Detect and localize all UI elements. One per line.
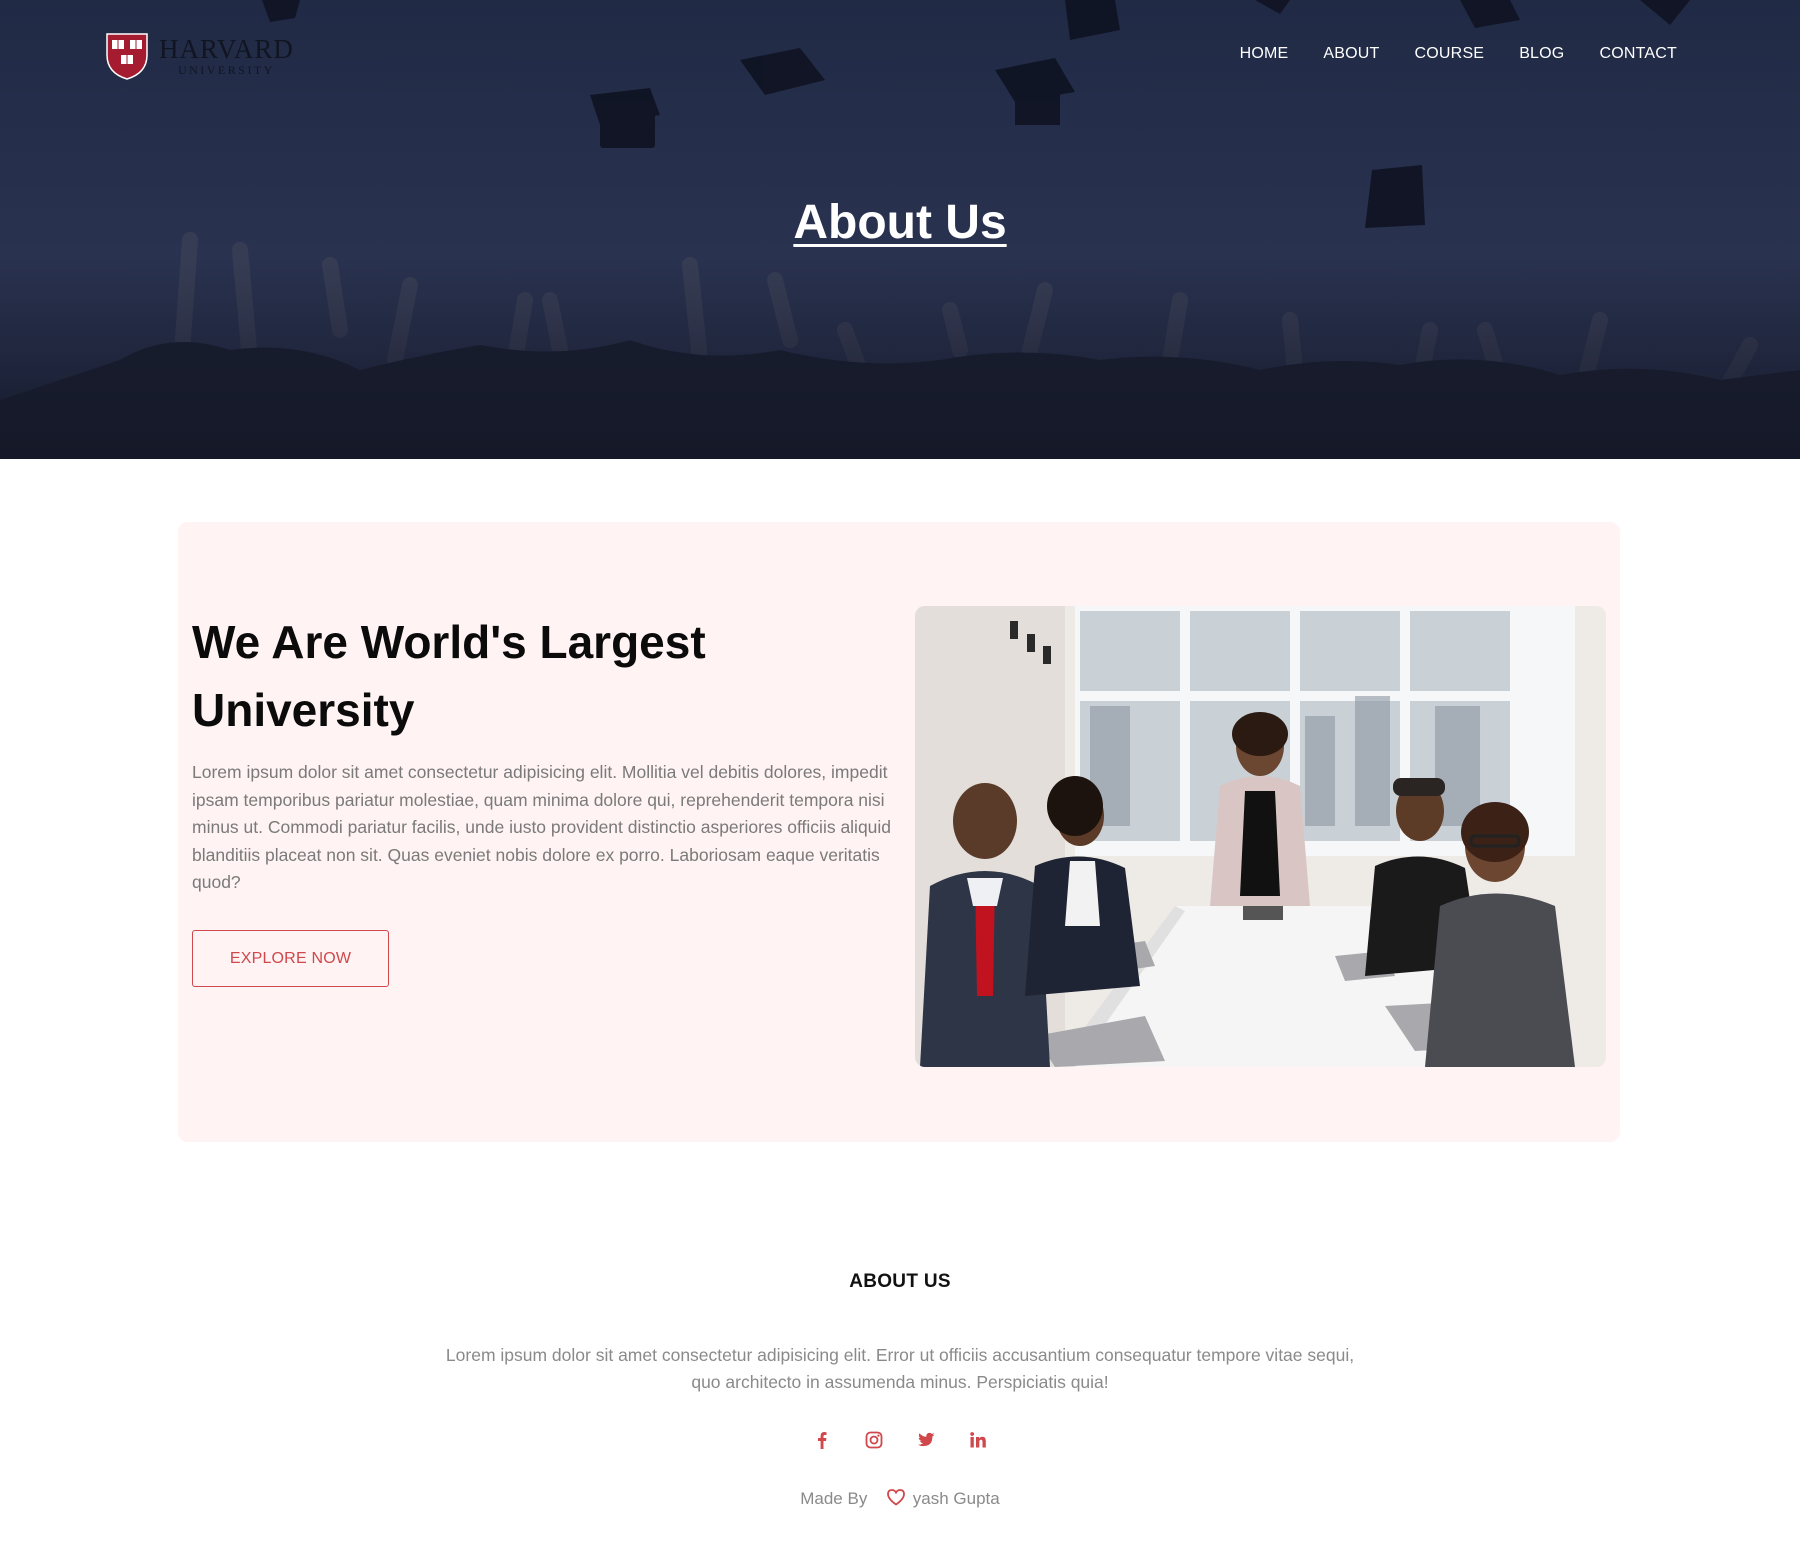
author-name: yash Gupta [912, 1489, 1000, 1508]
footer-description: Lorem ipsum dolor sit amet consectetur a… [445, 1345, 1355, 1392]
logo-subtitle: UNIVERSITY [177, 63, 275, 77]
nav-contact[interactable]: CONTACT [1599, 44, 1677, 64]
footer-title: ABOUT US [849, 1271, 951, 1292]
about-card: We Are World's Largest University Lorem … [178, 522, 1620, 1142]
linkedin-link[interactable] [966, 1428, 990, 1452]
instagram-icon [865, 1431, 883, 1449]
main-nav: HOME ABOUT COURSE BLOG CONTACT [1205, 44, 1677, 64]
about-description: Lorem ipsum dolor sit amet consectetur a… [192, 762, 892, 892]
instagram-link[interactable] [862, 1428, 886, 1452]
nav-about[interactable]: ABOUT [1323, 44, 1379, 64]
heart-icon [887, 1489, 905, 1506]
twitter-icon [918, 1432, 935, 1447]
social-links [0, 1428, 1800, 1452]
twitter-link[interactable] [914, 1428, 938, 1452]
facebook-icon [818, 1432, 827, 1449]
hero-banner: HARVARD UNIVERSITY HOME ABOUT COURSE BLO… [0, 0, 1800, 459]
team-meeting-photo [915, 606, 1606, 1067]
harvard-logo[interactable]: HARVARD UNIVERSITY [105, 31, 305, 81]
explore-now-button[interactable]: EXPLORE NOW [192, 930, 389, 987]
nav-course[interactable]: COURSE [1415, 44, 1485, 64]
nav-blog[interactable]: BLOG [1519, 44, 1564, 64]
logo-wordmark: HARVARD [159, 34, 294, 64]
shield-icon [106, 33, 148, 80]
about-heading: We Are World's Largest University [192, 616, 706, 736]
made-by-label: Made By [800, 1489, 868, 1508]
credits: Made By yash Gupta [0, 1488, 1800, 1509]
facebook-link[interactable] [810, 1428, 834, 1452]
nav-home[interactable]: HOME [1240, 44, 1289, 64]
page-title: About Us [793, 196, 1007, 249]
linkedin-icon [970, 1432, 986, 1448]
